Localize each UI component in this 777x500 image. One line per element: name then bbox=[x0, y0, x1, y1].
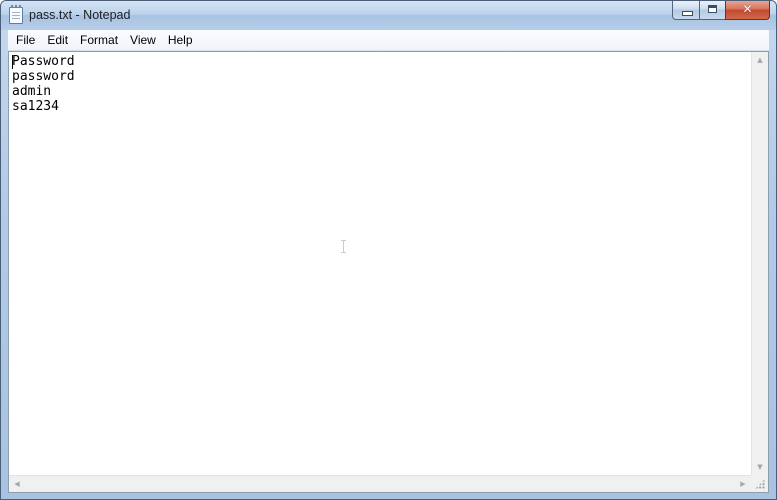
menu-edit[interactable]: Edit bbox=[41, 31, 74, 50]
document-text[interactable]: Password password admin sa1234 bbox=[12, 54, 752, 474]
text-line: Password bbox=[12, 54, 75, 69]
scroll-left-icon[interactable]: ◀ bbox=[9, 476, 25, 492]
menu-view[interactable]: View bbox=[124, 31, 162, 50]
minimize-icon bbox=[682, 11, 693, 16]
vertical-scrollbar[interactable]: ▲ ▼ bbox=[751, 52, 768, 475]
scroll-up-icon[interactable]: ▲ bbox=[752, 52, 768, 68]
text-caret bbox=[12, 55, 13, 69]
menu-format[interactable]: Format bbox=[74, 31, 124, 50]
menu-bar: File Edit Format View Help bbox=[8, 30, 769, 51]
text-line: password bbox=[12, 69, 75, 84]
notepad-window: pass.txt - Notepad ✕ File Edit Format Vi… bbox=[0, 0, 777, 500]
caption-buttons: ✕ bbox=[672, 1, 770, 21]
menu-help[interactable]: Help bbox=[162, 31, 199, 50]
text-line: sa1234 bbox=[12, 99, 59, 114]
scroll-right-icon[interactable]: ▶ bbox=[735, 476, 751, 492]
title-bar[interactable]: pass.txt - Notepad ✕ bbox=[1, 1, 776, 30]
ibeam-cursor-icon bbox=[341, 240, 346, 253]
size-grip-icon[interactable] bbox=[751, 475, 768, 492]
window-title: pass.txt - Notepad bbox=[29, 8, 131, 22]
text-line: admin bbox=[12, 84, 52, 99]
maximize-button[interactable] bbox=[699, 1, 725, 20]
close-icon: ✕ bbox=[742, 2, 753, 16]
menu-file[interactable]: File bbox=[10, 31, 41, 50]
scroll-down-icon[interactable]: ▼ bbox=[752, 459, 768, 475]
maximize-icon bbox=[708, 5, 717, 13]
minimize-button[interactable] bbox=[672, 1, 699, 20]
close-button[interactable]: ✕ bbox=[725, 1, 770, 20]
horizontal-scrollbar[interactable]: ◀ ▶ bbox=[9, 475, 751, 492]
notepad-icon[interactable] bbox=[9, 5, 23, 24]
text-editor[interactable]: Password password admin sa1234 ▲ ▼ ◀ ▶ bbox=[8, 51, 769, 493]
